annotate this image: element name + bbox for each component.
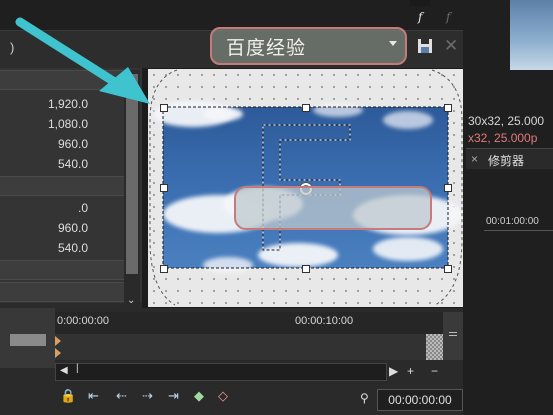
scroll-thumb[interactable]: | <box>76 363 79 374</box>
media-info-line2: x32, 25.000p <box>468 131 538 145</box>
last-keyframe-icon[interactable]: ⇥ <box>168 388 179 404</box>
resize-handle-l[interactable] <box>160 184 168 192</box>
watermark-text: 百度经验 <box>226 36 307 59</box>
prop-height[interactable]: 1,080.0 <box>0 114 126 134</box>
title-fragment: ) <box>10 40 15 55</box>
tab-trimmer[interactable]: × 修剪器 <box>466 148 553 169</box>
pin-icon[interactable]: ⚲ <box>360 391 369 405</box>
prop-center-y[interactable]: 540.0 <box>0 154 126 174</box>
zoom-in-button[interactable]: + <box>407 364 414 378</box>
section-header-rotation[interactable] <box>0 176 126 196</box>
close-icon[interactable]: ✕ <box>444 36 458 56</box>
resize-handle-bl[interactable] <box>160 265 168 273</box>
resize-handle-t[interactable] <box>302 104 310 112</box>
section-header-3[interactable] <box>0 260 126 280</box>
chevron-down-icon[interactable]: ⌄ <box>127 295 135 306</box>
thumbnail-image <box>510 0 553 70</box>
track-end-region <box>426 334 443 360</box>
track-header[interactable] <box>0 308 55 368</box>
track-menu-icon[interactable] <box>443 312 463 360</box>
keyframe-toolbar: 🔒 ⇤ ⇠ ⇢ ⇥ ◆ ◇ <box>58 388 258 410</box>
resize-handle-r[interactable] <box>444 184 452 192</box>
resize-handle-br[interactable] <box>444 265 452 273</box>
prev-keyframe-icon[interactable]: ⇠ <box>116 388 127 404</box>
next-keyframe-icon[interactable]: ⇢ <box>142 388 153 404</box>
timecode-display[interactable]: 00:00:00:00 <box>377 389 463 411</box>
prop-rotation-y[interactable]: 540.0 <box>0 238 126 258</box>
top-indicator <box>410 0 430 6</box>
resize-handle-tl[interactable] <box>160 104 168 112</box>
prop-width[interactable]: 1,920.0 <box>0 94 126 114</box>
section-header[interactable] <box>0 70 126 90</box>
prop-rotation-x[interactable]: 960.0 <box>0 218 126 238</box>
chevron-down-icon <box>389 41 397 46</box>
trimmer-ruler <box>484 230 553 231</box>
redaction-highlight <box>234 186 432 230</box>
delete-keyframe-icon[interactable]: ◇ <box>218 388 228 404</box>
zoom-out-button[interactable]: − <box>431 364 438 378</box>
fx-disabled-icon: f <box>446 10 451 24</box>
tab-trimmer-label: 修剪器 <box>488 154 525 168</box>
ruler-label-start: 0:00:00:00 <box>57 315 109 327</box>
resize-handle-b[interactable] <box>302 265 310 273</box>
zoom-controls: ▶ + − <box>387 364 463 380</box>
scroll-right-icon[interactable]: ▶ <box>389 364 398 378</box>
scrollbar-thumb[interactable] <box>126 74 138 274</box>
properties-panel: 1,920.0 1,080.0 960.0 540.0 .0 960.0 540… <box>0 68 142 303</box>
resize-handle-tr[interactable] <box>444 104 452 112</box>
scroll-left-icon[interactable]: ◀ <box>60 365 68 376</box>
fx-add-icon[interactable]: f <box>418 10 422 24</box>
track-level-bar[interactable] <box>10 334 46 346</box>
keyframe-track[interactable] <box>55 334 443 360</box>
prop-center-x[interactable]: 960.0 <box>0 134 126 154</box>
keyframe-markers <box>55 336 61 358</box>
ruler-label-mid: 00:00:10:00 <box>295 315 354 327</box>
add-keyframe-icon[interactable]: ◆ <box>194 388 204 404</box>
save-icon[interactable] <box>418 39 432 53</box>
lock-icon[interactable]: 🔒 <box>60 388 76 404</box>
properties-scrollbar[interactable]: ⌄ <box>124 70 140 308</box>
close-icon[interactable]: × <box>471 152 478 166</box>
trimmer-timecode: 00:01:00:00 <box>486 216 539 227</box>
section-header-4[interactable] <box>0 282 126 302</box>
timeline-scrollbar[interactable]: ◀ | <box>55 363 387 381</box>
first-keyframe-icon[interactable]: ⇤ <box>88 388 99 404</box>
media-info-line1: 30x32, 25.000 <box>468 114 545 128</box>
timeline-ruler[interactable]: 0:00:00:00 00:00:10:00 <box>55 312 443 335</box>
prop-angle[interactable]: .0 <box>0 198 126 218</box>
watermark-dropdown[interactable]: 百度经验 <box>210 27 407 65</box>
